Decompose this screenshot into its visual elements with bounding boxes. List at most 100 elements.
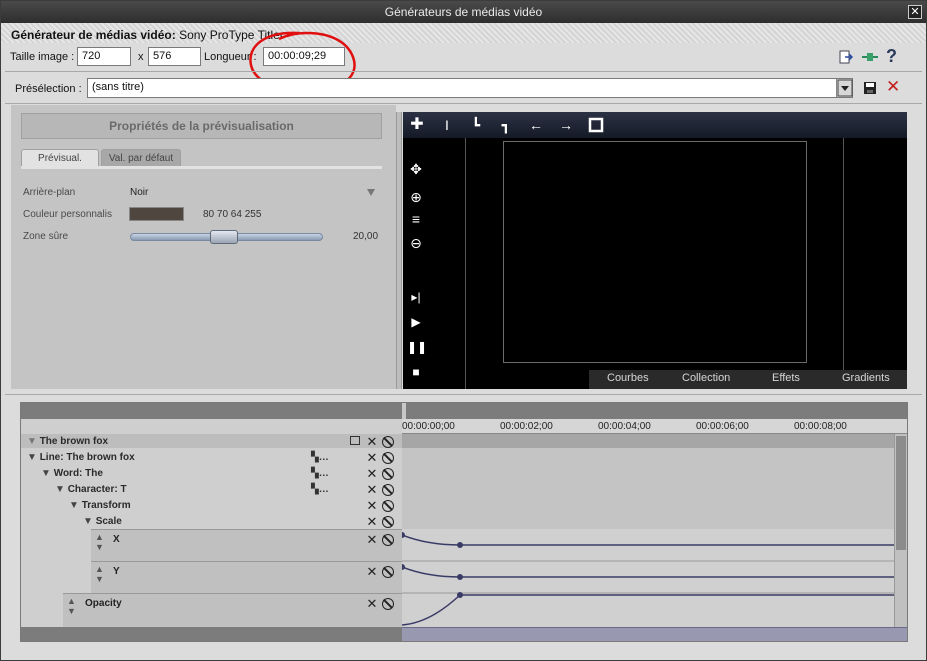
y-expand-icon[interactable]: ▲ ▼ — [95, 564, 104, 584]
help-icon[interactable]: ? — [886, 46, 897, 67]
tab-effects[interactable]: Effets — [772, 372, 800, 384]
arrow-right-icon[interactable]: → — [557, 116, 575, 134]
timeline-horizontal-scrollbar[interactable] — [402, 627, 907, 641]
background-label: Arrière-plan — [23, 187, 76, 198]
keyframe-row-fox — [402, 434, 894, 448]
disable-track-icon[interactable] — [382, 436, 394, 448]
delete-word-icon[interactable]: ✕ — [366, 467, 378, 480]
track-transform[interactable]: ▼ Transform — [69, 498, 131, 514]
track-label: Character: T — [67, 484, 127, 495]
vertical-scrollbar[interactable] — [894, 434, 907, 627]
safe-zone-frame — [503, 141, 807, 363]
guide-left — [465, 138, 466, 389]
tab-underline — [21, 166, 382, 169]
align-left-icon[interactable]: ┗ — [467, 116, 485, 134]
add-icon[interactable]: ✚ — [408, 116, 426, 134]
tab-preview[interactable]: Prévisual. — [21, 149, 99, 167]
tab-collection[interactable]: Collection — [682, 372, 730, 384]
delete-track-icon[interactable]: ✕ — [366, 435, 378, 448]
frame-icon[interactable] — [587, 116, 605, 134]
delete-transform-icon[interactable]: ✕ — [366, 499, 378, 512]
preset-select[interactable]: (sans titre) — [87, 78, 853, 98]
image-height-field[interactable]: 576 — [148, 47, 201, 66]
tick-0: 00:00:00;00 — [402, 421, 455, 432]
disable-y-icon[interactable] — [382, 566, 394, 578]
image-size-label: Taille image : — [10, 51, 75, 63]
step-forward-icon[interactable]: ▸| — [407, 288, 425, 306]
track-the-brown-fox[interactable]: ▼ The brown fox — [27, 434, 108, 450]
zoom-out-icon[interactable]: ⊖ — [407, 234, 425, 252]
playhead-handle[interactable] — [402, 403, 406, 419]
arrow-left-icon[interactable]: ← — [527, 116, 545, 134]
image-width-field[interactable]: 720 — [77, 47, 131, 66]
zoom-level-icon: ≡ — [411, 211, 421, 227]
tab-curves[interactable]: Courbes — [607, 372, 649, 384]
track-scale[interactable]: ▼ Scale — [83, 514, 122, 530]
safe-zone-value: 20,00 — [353, 231, 379, 242]
delete-preset-icon[interactable]: ✕ — [886, 77, 900, 97]
tick-6: 00:00:06;00 — [696, 421, 749, 432]
disable-opacity-icon[interactable] — [382, 598, 394, 610]
close-icon[interactable]: ✕ — [908, 5, 922, 19]
x-expand-icon[interactable]: ▲ ▼ — [95, 532, 104, 552]
word-options-icon[interactable]: ▚… — [311, 468, 329, 479]
generator-window: Générateurs de médias vidéo ✕ Générateur… — [0, 0, 927, 661]
background-value[interactable]: Noir — [130, 187, 148, 198]
tab-gradients[interactable]: Gradients — [842, 372, 890, 384]
disable-word-icon[interactable] — [382, 468, 394, 480]
track-x-row[interactable] — [91, 529, 402, 561]
delete-y-icon[interactable]: ✕ — [366, 565, 378, 578]
image-size-x: x — [138, 51, 144, 63]
connect-icon[interactable] — [861, 50, 879, 64]
import-icon[interactable] — [839, 50, 854, 64]
delete-line-icon[interactable]: ✕ — [366, 451, 378, 464]
move-icon[interactable]: ✥ — [407, 160, 425, 178]
track-character[interactable]: ▼ Character: T — [55, 482, 127, 498]
track-y-label: Y — [113, 566, 120, 577]
disable-transform-icon[interactable] — [382, 500, 394, 512]
delete-character-icon[interactable]: ✕ — [366, 483, 378, 496]
opacity-expand-icon[interactable]: ▲ ▼ — [67, 596, 76, 616]
disable-x-icon[interactable] — [382, 534, 394, 546]
tick-4: 00:00:04;00 — [598, 421, 651, 432]
text-cursor-icon[interactable]: I — [438, 116, 456, 134]
disable-character-icon[interactable] — [382, 484, 394, 496]
tab-defaults[interactable]: Val. par défaut — [101, 149, 181, 167]
generator-label: Générateur de médias vidéo: — [11, 28, 176, 42]
line-options-icon[interactable]: ▚… — [311, 452, 329, 463]
save-icon[interactable] — [863, 81, 877, 95]
track-list-scrollbar[interactable] — [21, 627, 402, 641]
delete-opacity-icon[interactable]: ✕ — [366, 597, 378, 610]
delete-x-icon[interactable]: ✕ — [366, 533, 378, 546]
collapse-icon[interactable] — [350, 436, 360, 445]
track-line[interactable]: ▼ Line: The brown fox — [27, 450, 135, 466]
scrollbar-thumb[interactable] — [896, 436, 906, 550]
track-label: Scale — [95, 516, 122, 527]
stop-icon[interactable]: ■ — [407, 363, 425, 381]
divider — [5, 71, 922, 72]
panel-splitter[interactable] — [396, 112, 402, 389]
track-y-row[interactable] — [91, 561, 402, 593]
background-dropdown-icon[interactable] — [367, 189, 375, 196]
slider-thumb[interactable] — [210, 230, 238, 244]
divider-3 — [5, 394, 922, 395]
pause-icon[interactable]: ❚❚ — [407, 338, 427, 356]
delete-scale-icon[interactable]: ✕ — [366, 515, 378, 528]
disable-scale-icon[interactable] — [382, 516, 394, 528]
divider-2 — [5, 103, 922, 104]
preview-area[interactable]: ✚ I ┗ ┓ ← → ✥ ⊕ ≡ ⊖ ▸| ▶ ❚❚ ■ Courbes Co… — [403, 112, 907, 389]
track-word[interactable]: ▼ Word: The — [41, 466, 103, 482]
track-opacity-label: Opacity — [85, 598, 122, 609]
disable-line-icon[interactable] — [382, 452, 394, 464]
play-icon[interactable]: ▶ — [407, 313, 425, 331]
custom-color-swatch[interactable] — [129, 207, 184, 221]
safe-zone-slider[interactable] — [130, 230, 323, 244]
keyframe-curves[interactable] — [402, 529, 894, 627]
timeline-panel: 00:00:00;00 00:00:02;00 00:00:04;00 00:0… — [20, 402, 908, 642]
align-right-icon[interactable]: ┓ — [497, 116, 515, 134]
track-list-header — [21, 419, 402, 434]
character-options-icon[interactable]: ▚… — [311, 484, 329, 495]
zoom-in-icon[interactable]: ⊕ — [407, 188, 425, 206]
preset-dropdown-icon[interactable] — [836, 79, 853, 97]
preset-label: Présélection : — [15, 83, 82, 95]
